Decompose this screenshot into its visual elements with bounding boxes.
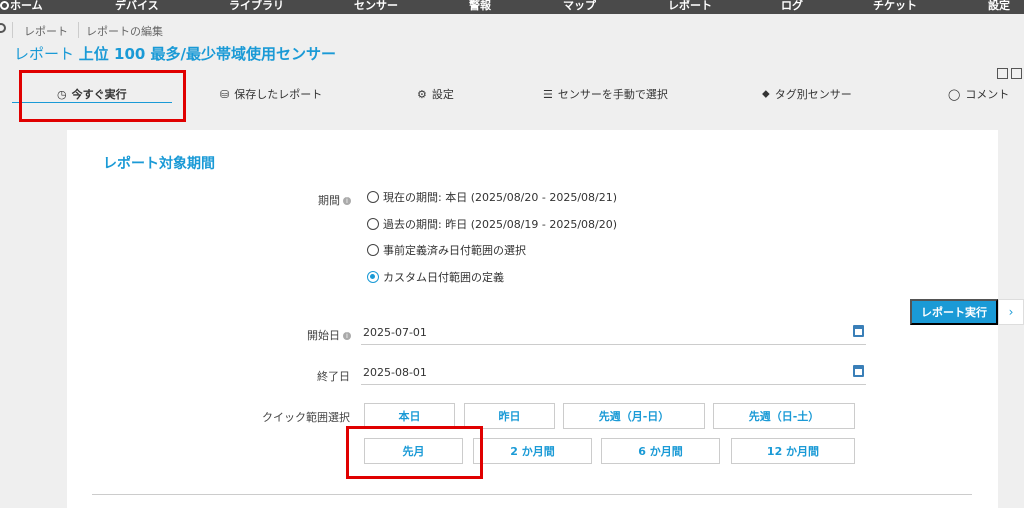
nav-reports[interactable]: レポート [668,0,712,14]
calendar-icon[interactable] [853,365,864,377]
quick-last-week-mon-sun-button[interactable]: 先週（月-日） [563,403,705,429]
comment-icon: ◯ [948,87,961,101]
quick-last-week-sun-sat-button[interactable]: 先週（日-土） [713,403,855,429]
database-icon: ⛁ [220,87,230,101]
start-date-label: 開始日 i [244,327,351,343]
quick-2-months-button[interactable]: 2 か月間 [473,438,592,464]
tab-saved-reports[interactable]: ⛁ 保存したレポート [220,84,322,104]
breadcrumb-reports[interactable]: レポート [24,23,68,39]
add-page-icon[interactable] [997,68,1008,79]
sliders-icon: ☰ [543,87,553,101]
radio-custom-range[interactable]: カスタム日付範囲の定義 [367,269,504,285]
top-nav: ホーム デバイス ライブラリ センサー 警報 マップ レポート ログ チケット … [0,0,1024,14]
tab-sensors-by-tag[interactable]: ⬥ タグ別センサー [762,84,852,104]
quick-12-months-button[interactable]: 12 か月間 [731,438,855,464]
tab-settings[interactable]: ⚙ 設定 [417,84,454,104]
end-date-label: 終了日 [317,370,350,383]
mail-icon[interactable] [1011,68,1022,79]
tab-comments[interactable]: ◯ コメント [948,84,1009,104]
breadcrumb-separator [12,22,13,38]
info-icon[interactable]: i [343,332,351,340]
radio-current-period[interactable]: 現在の期間: 本日 (2025/08/20 - 2025/08/21) [367,189,617,205]
breadcrumb: レポート レポートの編集 [0,22,1024,40]
tag-icon: ⬥ [762,87,770,100]
tab-select-sensors-manually[interactable]: ☰ センサーを手動で選択 [543,84,668,104]
nav-home[interactable]: ホーム [0,0,43,14]
calendar-icon[interactable] [853,325,864,337]
chevron-right-icon[interactable]: › [998,299,1024,325]
page-title: レポート 上位 100 最多/最少帯域使用センサー [14,45,337,63]
run-report-button[interactable]: レポート実行 [910,299,998,325]
gear-icon: ⚙ [417,87,427,101]
radio-button[interactable] [367,218,379,230]
start-date-field[interactable]: 2025-07-01 [361,323,866,345]
radio-button[interactable] [367,191,379,203]
divider [92,494,972,495]
info-icon[interactable]: i [343,197,351,205]
report-period-panel: レポート対象期間 期間 i 現在の期間: 本日 (2025/08/20 - 202… [67,130,998,508]
quick-range-label: クイック範囲選択 [262,411,350,424]
nav-alarms[interactable]: 警報 [469,0,491,14]
nav-devices[interactable]: デバイス [115,0,159,14]
nav-setup[interactable]: 設定 [988,0,1010,14]
nav-maps[interactable]: マップ [563,0,596,14]
radio-button-selected[interactable] [367,271,379,283]
nav-sensors[interactable]: センサー [354,0,398,14]
section-title: レポート対象期間 [103,156,215,172]
radio-predefined-range[interactable]: 事前定義済み日付範囲の選択 [367,242,526,258]
nav-logs[interactable]: ログ [781,0,803,14]
breadcrumb-edit-report: レポートの編集 [86,25,163,38]
highlight-box-run-now-tab [19,70,186,122]
highlight-box-last-month-button [346,426,483,479]
period-label: 期間 i [244,192,351,208]
home-icon [0,1,9,10]
home-icon[interactable] [0,23,6,33]
nav-tickets[interactable]: チケット [873,0,917,14]
radio-button[interactable] [367,244,379,256]
end-date-field[interactable]: 2025-08-01 [361,363,866,385]
breadcrumb-separator [78,22,79,38]
page-actions [994,68,1022,82]
nav-library[interactable]: ライブラリ [229,0,284,14]
quick-6-months-button[interactable]: 6 か月間 [601,438,720,464]
radio-previous-period[interactable]: 過去の期間: 昨日 (2025/08/19 - 2025/08/20) [367,216,617,232]
